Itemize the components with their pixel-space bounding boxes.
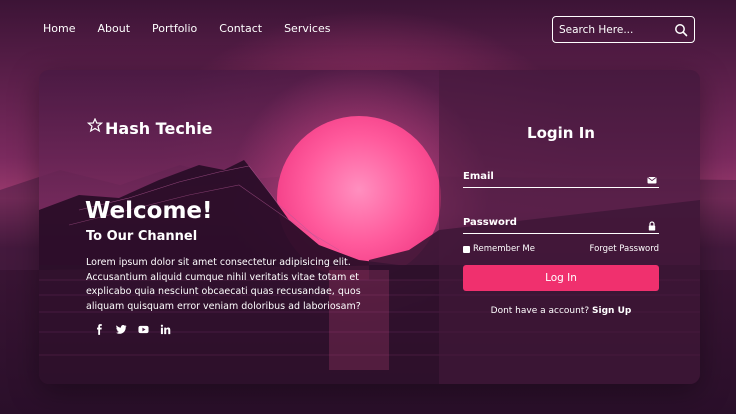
search-box bbox=[552, 16, 695, 43]
nav-services[interactable]: Services bbox=[284, 22, 330, 35]
signup-line: Dont have a account? Sign Up bbox=[463, 306, 659, 316]
email-label: Email bbox=[463, 171, 494, 182]
welcome-heading: Welcome! bbox=[85, 198, 213, 224]
brand-logo: Hash Techie bbox=[86, 117, 213, 138]
brand-name: Hash Techie bbox=[105, 118, 213, 138]
login-options: Remember Me Forget Password bbox=[463, 244, 659, 254]
search-icon[interactable] bbox=[674, 22, 688, 37]
welcome-text: Lorem ipsum dolor sit amet consectetur a… bbox=[86, 257, 361, 312]
mail-icon bbox=[647, 170, 657, 184]
remember-me[interactable]: Remember Me bbox=[463, 244, 535, 254]
nav-home[interactable]: Home bbox=[43, 22, 75, 35]
top-nav: Home About Portfolio Contact Services bbox=[43, 22, 352, 35]
lock-icon bbox=[647, 216, 657, 231]
remember-checkbox[interactable] bbox=[463, 245, 470, 253]
signup-link[interactable]: Sign Up bbox=[592, 306, 631, 316]
password-label: Password bbox=[463, 217, 517, 228]
nav-portfolio[interactable]: Portfolio bbox=[152, 22, 197, 35]
login-title: Login In bbox=[527, 124, 595, 142]
remember-label: Remember Me bbox=[473, 244, 535, 254]
nav-contact[interactable]: Contact bbox=[219, 22, 262, 35]
email-field[interactable]: Email bbox=[463, 166, 659, 188]
gear-star-icon bbox=[86, 117, 104, 138]
signup-prompt: Dont have a account? bbox=[490, 306, 590, 316]
password-field[interactable]: Password bbox=[463, 212, 659, 234]
search-input[interactable] bbox=[559, 23, 671, 36]
nav-about[interactable]: About bbox=[97, 22, 130, 35]
welcome-subtitle: To Our Channel bbox=[86, 229, 198, 244]
twitter-icon[interactable] bbox=[115, 323, 127, 335]
linkedin-icon[interactable] bbox=[159, 323, 171, 335]
social-links bbox=[93, 323, 171, 335]
login-button[interactable]: Log In bbox=[463, 265, 659, 291]
youtube-icon[interactable] bbox=[137, 323, 149, 335]
facebook-icon[interactable] bbox=[93, 323, 105, 335]
forgot-password-link[interactable]: Forget Password bbox=[590, 244, 660, 254]
